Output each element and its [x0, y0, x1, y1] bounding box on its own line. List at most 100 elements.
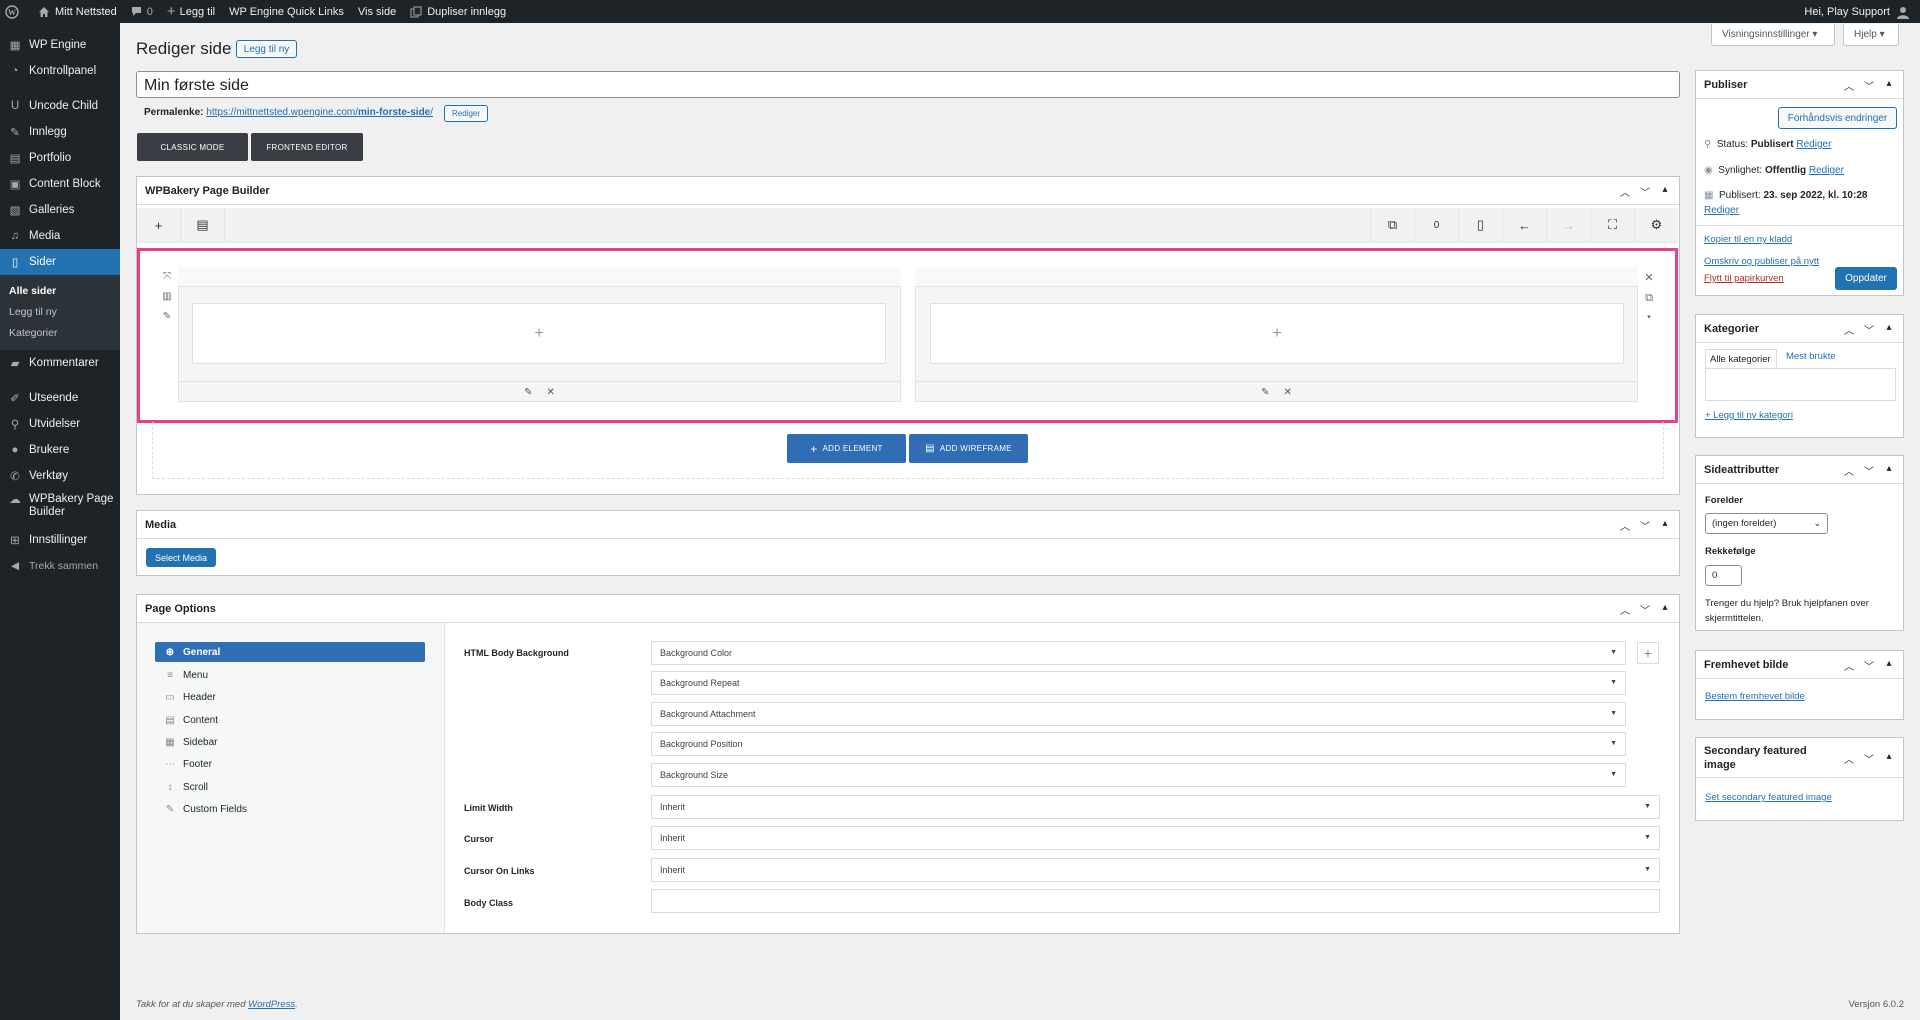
toggle-arrow-icon[interactable]: ▴ [1883, 658, 1895, 673]
view-page-link[interactable]: Vis side [351, 0, 403, 23]
copy-draft-link[interactable]: Kopier til en ny kladd [1704, 234, 1792, 245]
order-input[interactable]: 0 [1705, 565, 1742, 586]
tab-most-used[interactable]: Mest brukte [1786, 351, 1836, 362]
chevron-down-icon[interactable]: ﹀ [1863, 78, 1875, 93]
trash-link[interactable]: Flytt til papirkurven [1704, 273, 1784, 284]
wordpress-link[interactable]: WordPress [248, 999, 295, 1010]
background-repeat-select[interactable]: Background Repeat ▼ [651, 671, 1626, 695]
submenu-categories[interactable]: Kategorier [0, 323, 120, 344]
column-left-add-element[interactable]: + [192, 303, 886, 364]
column-right-add-element[interactable]: + [930, 303, 1624, 364]
permalink-link[interactable]: https://mittnettsted.wpengine.com/min-fo… [206, 107, 433, 118]
fullscreen-icon[interactable]: ⛶ [1590, 207, 1634, 243]
nav-custom-fields[interactable]: ✎ Custom Fields [155, 799, 425, 819]
limit-width-select[interactable]: Inherit ▼ [651, 795, 1660, 819]
row-clone-icon[interactable]: ⧉ [1645, 292, 1653, 305]
background-size-select[interactable]: Background Size ▼ [651, 763, 1626, 787]
rewrite-link[interactable]: Omskriv og publiser på nytt [1704, 256, 1819, 267]
row-layout-icon[interactable]: ▥ [162, 291, 171, 302]
chevron-up-icon[interactable]: ︿ [1843, 463, 1855, 478]
clipboard-icon[interactable]: ▯ [1458, 207, 1502, 243]
settings-gear-icon[interactable]: ⚙ [1634, 207, 1678, 243]
published-edit-link[interactable]: Rediger [1704, 205, 1739, 216]
column-delete-icon[interactable]: ✕ [547, 387, 555, 398]
chevron-up-icon[interactable]: ︿ [1619, 184, 1631, 199]
menu-item-pages[interactable]: ▯ Sider [0, 249, 120, 275]
menu-item-uncode-child[interactable]: U Uncode Child [0, 93, 120, 119]
toggle-arrow-icon[interactable]: ▴ [1659, 184, 1671, 199]
add-category-link[interactable]: + Legg til ny kategori [1705, 410, 1793, 421]
toggle-arrow-icon[interactable]: ▴ [1883, 78, 1895, 93]
chevron-up-icon[interactable]: ︿ [1619, 518, 1631, 533]
submenu-all-pages[interactable]: Alle sider [0, 281, 120, 302]
menu-item-portfolio[interactable]: ▤ Portfolio [0, 145, 120, 171]
menu-item-wpengine[interactable]: ▦ WP Engine [0, 32, 120, 58]
menu-item-tools[interactable]: ✆ Verktøy [0, 463, 120, 489]
add-element-icon[interactable]: + [137, 207, 181, 243]
toggle-arrow-icon[interactable]: ▴ [1659, 602, 1671, 617]
background-position-select[interactable]: Background Position ▼ [651, 732, 1626, 756]
menu-item-galleries[interactable]: ▧ Galleries [0, 197, 120, 223]
chevron-up-icon[interactable]: ︿ [1619, 602, 1631, 617]
submenu-add-new[interactable]: Legg til ny [0, 302, 120, 323]
menu-item-settings[interactable]: ⊞ Innstillinger [0, 527, 120, 553]
menu-item-dashboard[interactable]: ◔ Kontrollpanel [0, 58, 120, 84]
add-element-button[interactable]: + ADD ELEMENT [787, 434, 906, 463]
column-edit-icon[interactable]: ✎ [1261, 387, 1269, 398]
help-button[interactable]: Hjelp ▾ [1843, 24, 1899, 46]
row-edit-icon[interactable]: ✎ [163, 311, 171, 322]
collapse-menu-button[interactable]: ◀ Trekk sammen [0, 553, 120, 579]
preview-changes-button[interactable]: Forhåndsvis endringer [1778, 107, 1897, 129]
menu-item-posts[interactable]: ✎ Innlegg [0, 119, 120, 145]
status-edit-link[interactable]: Rediger [1796, 139, 1831, 150]
clone-icon[interactable]: ⧉ [1370, 207, 1414, 243]
templates-icon[interactable]: ▤ [181, 207, 225, 243]
chevron-down-icon[interactable]: ﹀ [1863, 751, 1875, 766]
toggle-arrow-icon[interactable]: ▴ [1883, 751, 1895, 766]
toggle-arrow-icon[interactable]: ▴ [1883, 463, 1895, 478]
set-secondary-image-link[interactable]: Set secondary featured image [1705, 792, 1832, 803]
tab-all-categories[interactable]: Alle kategorier [1705, 349, 1777, 368]
nav-general[interactable]: ⊕ General [155, 642, 425, 662]
parent-select[interactable]: (ingen forelder) ⌄ [1705, 513, 1828, 534]
title-input[interactable]: Min første side [136, 71, 1680, 98]
select-media-button[interactable]: Select Media [146, 548, 216, 567]
new-content-link[interactable]: + Legg til [160, 0, 222, 23]
body-class-input[interactable] [651, 889, 1660, 913]
chevron-down-icon[interactable]: ﹀ [1639, 602, 1651, 617]
row-delete-icon[interactable]: ✕ [1644, 271, 1653, 284]
comments-link[interactable]: 0 [124, 0, 160, 23]
set-featured-image-link[interactable]: Bestem fremhevet bilde [1705, 691, 1805, 702]
menu-item-users[interactable]: ● Brukere [0, 437, 120, 463]
column-edit-icon[interactable]: ✎ [524, 387, 532, 398]
chevron-up-icon[interactable]: ︿ [1843, 658, 1855, 673]
add-new-page-button[interactable]: Legg til ny [236, 40, 297, 58]
background-color-select[interactable]: Background Color ▼ [651, 641, 1626, 665]
frontend-editor-button[interactable]: FRONTEND EDITOR [251, 133, 363, 161]
permalink-edit-button[interactable]: Rediger [444, 105, 488, 122]
cursor-select[interactable]: Inherit ▼ [651, 826, 1660, 850]
chevron-down-icon[interactable]: ﹀ [1863, 463, 1875, 478]
my-account-link[interactable]: Hei, Play Support [1797, 0, 1920, 23]
chevron-up-icon[interactable]: ︿ [1843, 751, 1855, 766]
menu-item-content-block[interactable]: ▣ Content Block [0, 171, 120, 197]
chevron-up-icon[interactable]: ︿ [1843, 322, 1855, 337]
chevron-down-icon[interactable]: ﹀ [1863, 658, 1875, 673]
toggle-arrow-icon[interactable]: ▴ [1883, 322, 1895, 337]
chevron-down-icon[interactable]: ﹀ [1639, 184, 1651, 199]
nav-menu[interactable]: ≡ Menu [155, 665, 425, 685]
screen-options-button[interactable]: Visningsinnstillinger ▾ [1711, 24, 1835, 46]
redo-arrow-icon[interactable]: → [1546, 207, 1590, 243]
duplicate-post-link[interactable]: Dupliser innlegg [403, 0, 513, 23]
chevron-down-icon[interactable]: ﹀ [1639, 518, 1651, 533]
cursor-on-links-select[interactable]: Inherit ▼ [651, 858, 1660, 882]
visibility-edit-link[interactable]: Rediger [1809, 165, 1844, 176]
menu-item-comments[interactable]: ▰ Kommentarer [0, 350, 120, 376]
menu-item-appearance[interactable]: ✐ Utseende [0, 385, 120, 411]
add-wireframe-button[interactable]: ▤ ADD WIREFRAME [909, 434, 1028, 463]
nav-header[interactable]: ▭ Header [155, 687, 425, 707]
update-button[interactable]: Oppdater [1835, 267, 1897, 290]
nav-sidebar[interactable]: ▦ Sidebar [155, 732, 425, 752]
nav-content[interactable]: ▤ Content [155, 710, 425, 730]
add-color-button[interactable]: + [1637, 642, 1659, 664]
